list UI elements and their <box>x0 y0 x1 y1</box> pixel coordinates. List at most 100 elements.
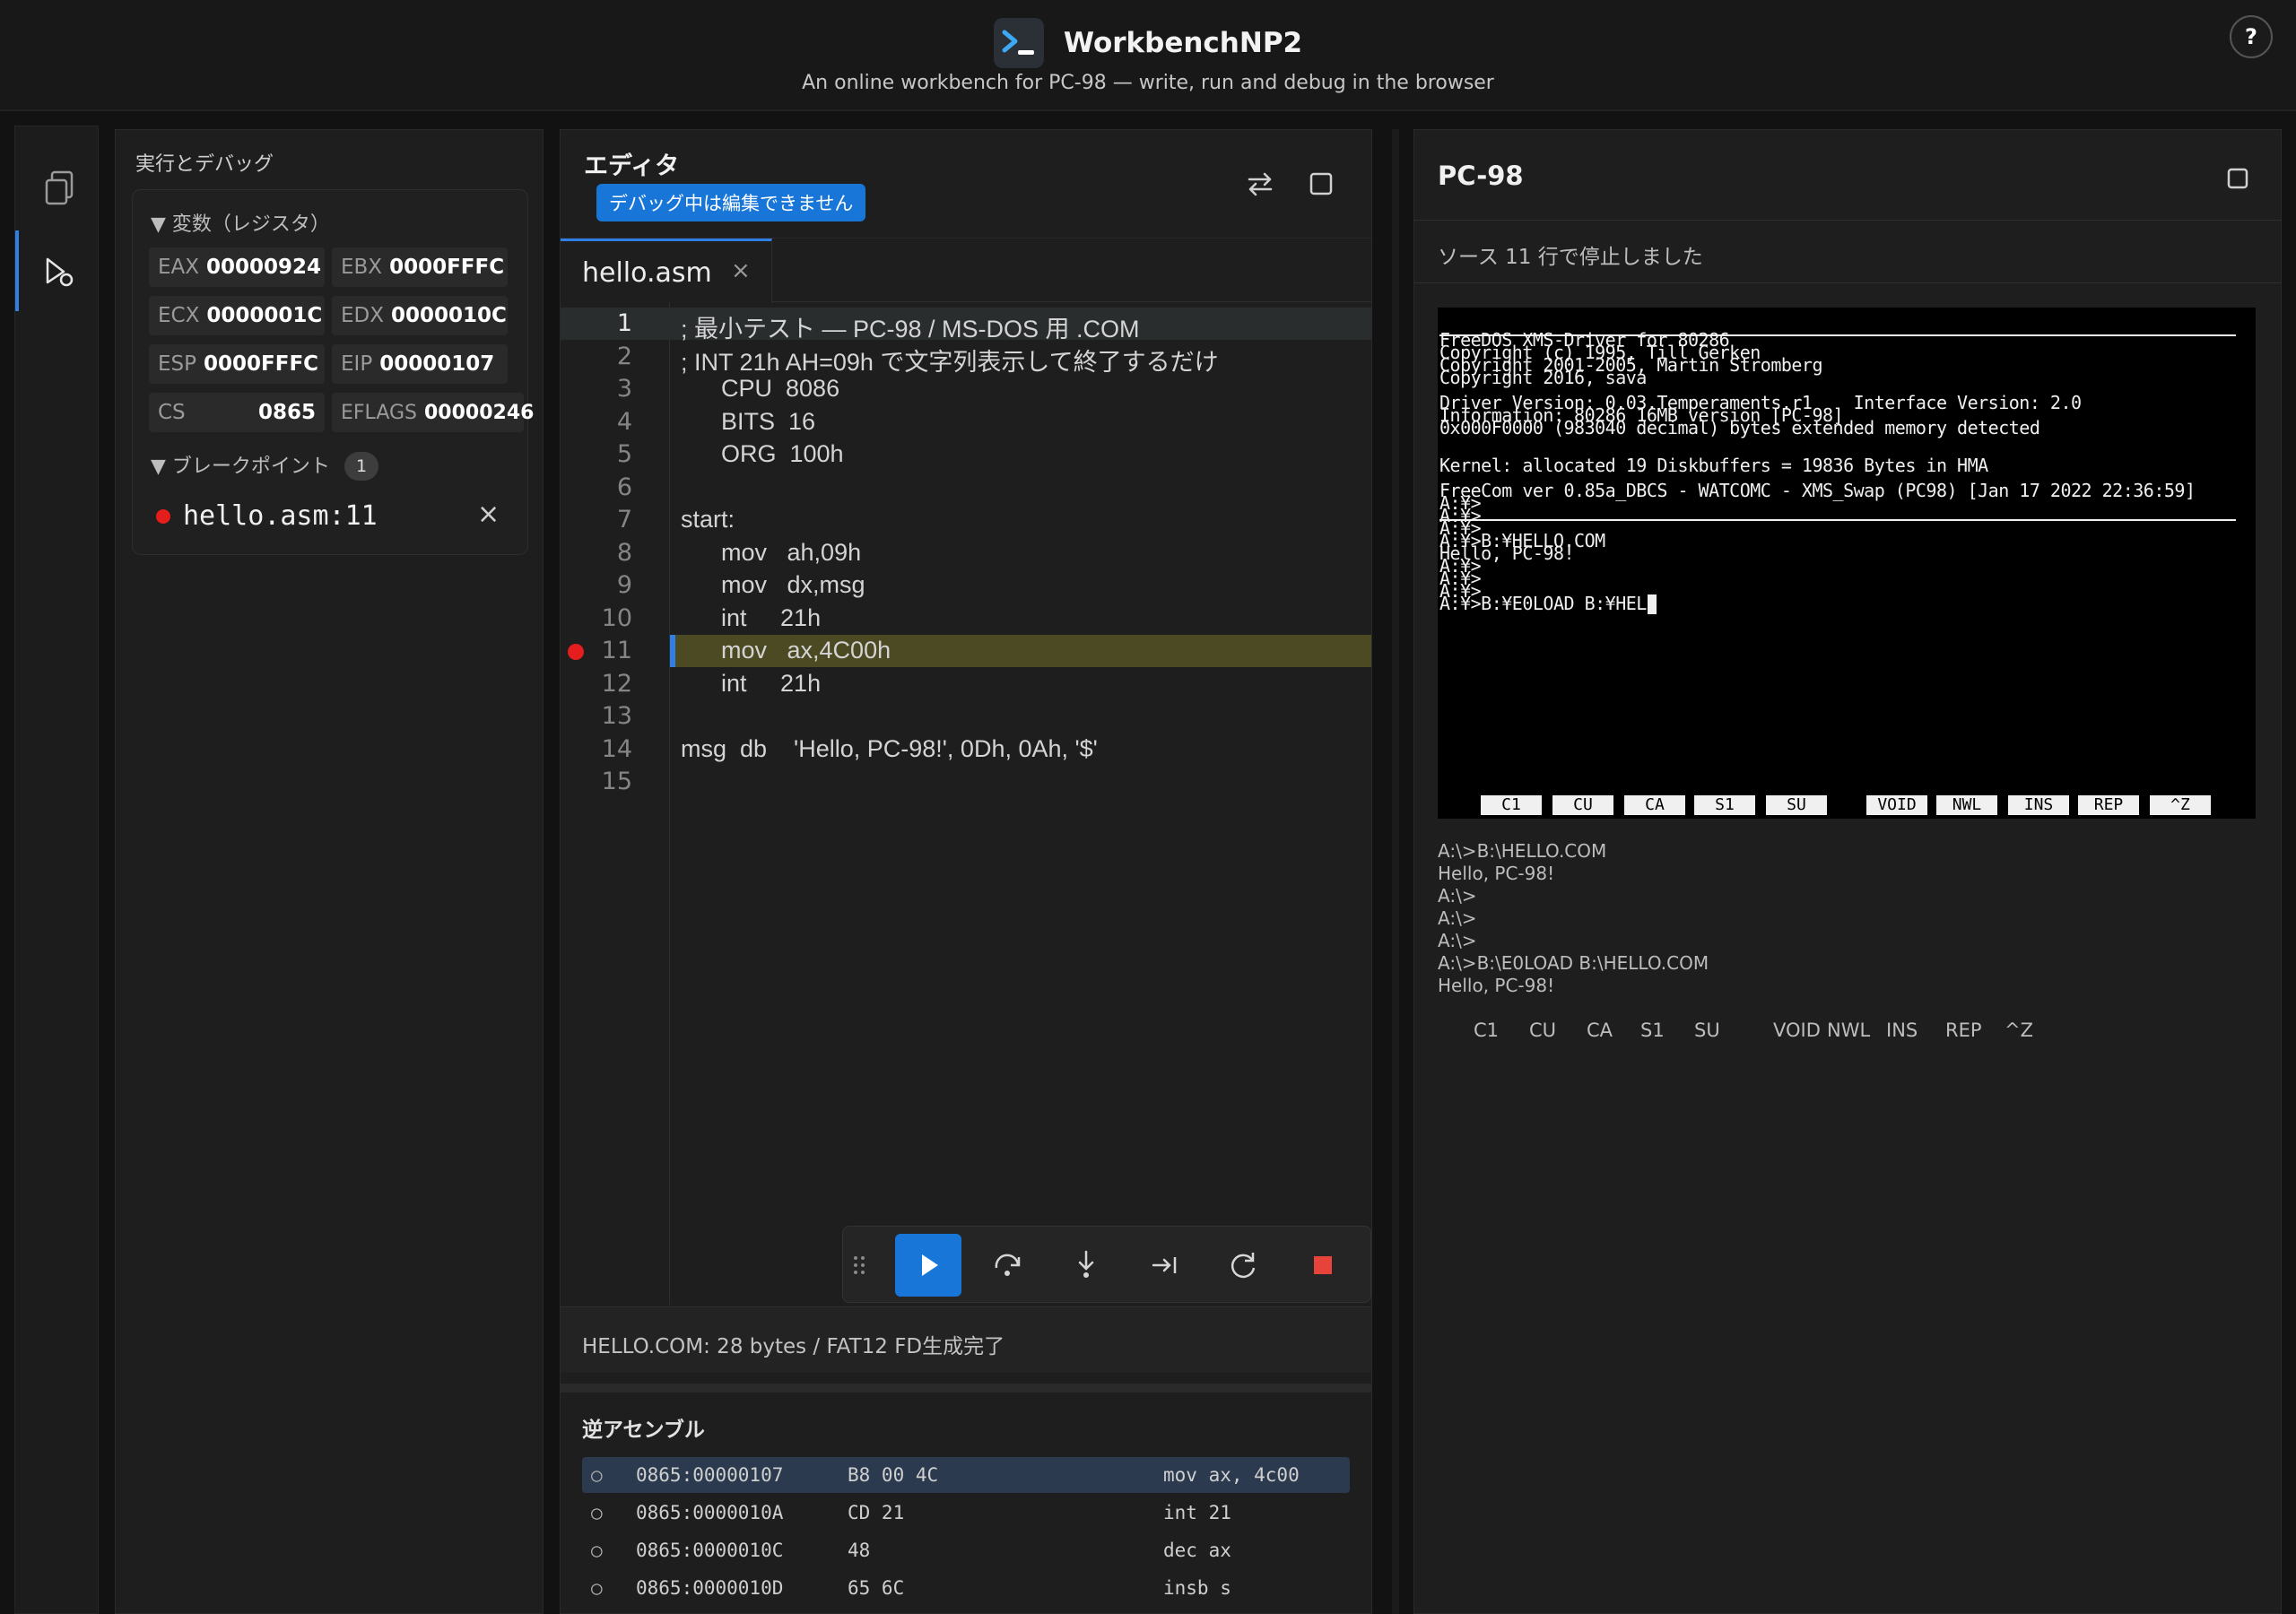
code-line[interactable]: 3 CPU 8086 <box>561 373 1371 405</box>
screen-text-line: Copyright 2016, sava <box>1439 367 1647 388</box>
function-key[interactable]: REP <box>2078 795 2139 815</box>
function-key[interactable]: SU <box>1766 795 1827 815</box>
line-number: 6 <box>616 473 632 501</box>
code-line[interactable]: 10 int 21h <box>561 603 1371 635</box>
function-key-label: CU <box>1529 1020 1557 1041</box>
function-key[interactable]: CU <box>1552 795 1613 815</box>
instruction: mov ax, 4c00 <box>1163 1464 1300 1486</box>
line-number: 14 <box>601 734 632 763</box>
screen-text-line: A:¥>B:¥E0LOAD B:¥HEL <box>1439 593 1647 614</box>
divider <box>1414 220 2281 221</box>
remove-breakpoint-button[interactable]: × <box>477 499 500 530</box>
stop-button[interactable] <box>1290 1234 1356 1297</box>
opcode-bytes: 65 6C <box>848 1577 905 1599</box>
breakpoints-section-toggle[interactable]: ▼ ブレークポイント <box>151 450 330 479</box>
register-ecx: ECX 0000001C <box>149 296 325 335</box>
code-line[interactable]: 13 <box>561 700 1371 733</box>
breakpoint-toggle-icon[interactable]: ○ <box>591 1502 603 1523</box>
line-number: 2 <box>616 342 632 370</box>
swap-layout-button[interactable] <box>1242 166 1278 202</box>
function-key[interactable]: CA <box>1624 795 1685 815</box>
function-key[interactable]: VOID <box>1866 795 1927 815</box>
maximize-editor-button[interactable] <box>1303 166 1339 202</box>
code-line[interactable]: 4 BITS 16 <box>561 406 1371 438</box>
register-edx: EDX 0000010C <box>332 296 508 335</box>
function-key[interactable]: C1 <box>1481 795 1542 815</box>
function-key[interactable]: S1 <box>1694 795 1755 815</box>
line-number: 3 <box>616 375 632 403</box>
breakpoint-toggle-icon[interactable]: ○ <box>591 1577 603 1599</box>
breakpoint-dot-icon <box>156 509 170 524</box>
pc98-screen[interactable]: FreeDOS XMS-Driver for 80286 Copyright (c… <box>1438 308 2256 819</box>
disassembly-row[interactable]: ○ 0865:0000010D 65 6C insb s <box>582 1570 1350 1606</box>
line-number: 1 <box>616 309 632 337</box>
breakpoint-toggle-icon[interactable]: ○ <box>591 1464 603 1486</box>
variables-section-toggle[interactable]: ▼ 変数（レジスタ） <box>151 208 330 237</box>
line-number: 13 <box>601 702 632 730</box>
function-key-label: NWL <box>1827 1020 1871 1041</box>
function-key[interactable]: NWL <box>1936 795 1997 815</box>
maximize-icon <box>2227 168 2248 189</box>
screen-text-line: FreeCom ver 0.85a_DBCS - WATCOMC - XMS_S… <box>1439 480 2196 501</box>
code-area[interactable]: 1 ; 最小テスト — PC-98 / MS-DOS 用 .COM 2 ; INT 2… <box>561 302 1371 1305</box>
disassembly-row[interactable]: ○ 0865:0000010C 48 dec ax <box>582 1532 1350 1568</box>
register-eax: EAX 00000924 <box>149 247 325 287</box>
restart-icon <box>1231 1253 1256 1279</box>
drag-handle-icon[interactable] <box>852 1254 866 1277</box>
code-text: int 21h <box>681 669 822 697</box>
code-line[interactable]: 8 mov ah,09h <box>561 537 1371 569</box>
function-key[interactable]: ^Z <box>2150 795 2211 815</box>
code-line[interactable]: 1 ; 最小テスト — PC-98 / MS-DOS 用 .COM <box>561 308 1371 343</box>
disassembly-row[interactable]: ○0865:0000010F6Cinsb <box>582 1608 1350 1614</box>
address: 0865:0000010C <box>636 1540 784 1561</box>
step-over-button[interactable] <box>974 1234 1040 1297</box>
code-line[interactable]: 14 msg db 'Hello, PC-98!', 0Dh, 0Ah, '$' <box>561 733 1371 766</box>
play-icon <box>922 1254 938 1276</box>
help-button[interactable]: ? <box>2230 15 2273 58</box>
disassembly-row[interactable]: ○ 0865:00000107 B8 00 4C mov ax, 4c00 <box>582 1457 1350 1493</box>
variables-card: ▼ 変数（レジスタ） EAX 00000924 EBX 0000FFFC ECX 00… <box>132 189 534 555</box>
code-line[interactable]: 5 ORG 100h <box>561 438 1371 471</box>
opcode-bytes: 48 <box>848 1540 871 1561</box>
function-key-label: INS <box>1886 1020 1918 1041</box>
code-line[interactable]: 7 start: <box>561 504 1371 536</box>
code-line[interactable]: 11 mov ax,4C00h <box>561 635 1371 667</box>
code-line[interactable]: 15 <box>561 766 1371 798</box>
code-line[interactable]: 9 mov dx,msg <box>561 569 1371 602</box>
breakpoint-count-badge: 1 <box>344 452 378 481</box>
line-number: 15 <box>601 768 632 795</box>
disassembly-row[interactable]: ○ 0865:0000010A CD 21 int 21 <box>582 1495 1350 1531</box>
output-line: Hello, PC-98! <box>1438 863 1555 884</box>
debug-toolbar <box>842 1226 1371 1303</box>
breakpoint-item[interactable]: hello.asm:11 × <box>149 493 515 538</box>
readonly-badge: デバッグ中は編集できません <box>596 184 866 221</box>
close-tab-icon[interactable]: × <box>731 257 751 284</box>
opcode-bytes: B8 00 4C <box>848 1464 939 1486</box>
step-into-button[interactable] <box>1053 1234 1119 1297</box>
function-key[interactable]: INS <box>2008 795 2069 815</box>
output-line: A:\> <box>1438 885 1477 907</box>
code-line[interactable]: 6 <box>561 472 1371 504</box>
code-text: ; INT 21h AH=09h で文字列表示して終了するだけ <box>681 348 1219 376</box>
code-line[interactable]: 12 int 21h <box>561 668 1371 700</box>
editor-panel: エディタ デバッグ中は編集できません hello.asm × 1 ; 最小テスト … <box>560 129 1372 1614</box>
line-number: 12 <box>601 669 632 698</box>
line-number: 10 <box>601 603 632 632</box>
run-debug-activity-item[interactable] <box>15 230 100 311</box>
continue-button[interactable] <box>895 1234 961 1297</box>
instruction: int 21 <box>1163 1502 1231 1523</box>
maximize-pc98-button[interactable] <box>2222 162 2254 195</box>
tab-hello-asm[interactable]: hello.asm × <box>561 239 772 303</box>
explorer-activity-item[interactable] <box>15 148 100 229</box>
code-text: msg db 'Hello, PC-98!', 0Dh, 0Ah, '$' <box>681 734 1098 762</box>
restart-button[interactable] <box>1211 1234 1277 1297</box>
run-to-cursor-button[interactable] <box>1132 1234 1198 1297</box>
instruction: dec ax <box>1163 1540 1231 1561</box>
code-line[interactable]: 2 ; INT 21h AH=09h で文字列表示して終了するだけ <box>561 341 1371 376</box>
run-debug-icon <box>46 257 74 287</box>
register-eflags: EFLAGS 00000246 <box>332 393 534 432</box>
breakpoint-toggle-icon[interactable]: ○ <box>591 1540 603 1561</box>
panel-divider[interactable] <box>1392 129 1399 1614</box>
code-text: mov ah,09h <box>681 538 862 566</box>
app-title: WorkbenchNP2 <box>1063 27 1303 59</box>
